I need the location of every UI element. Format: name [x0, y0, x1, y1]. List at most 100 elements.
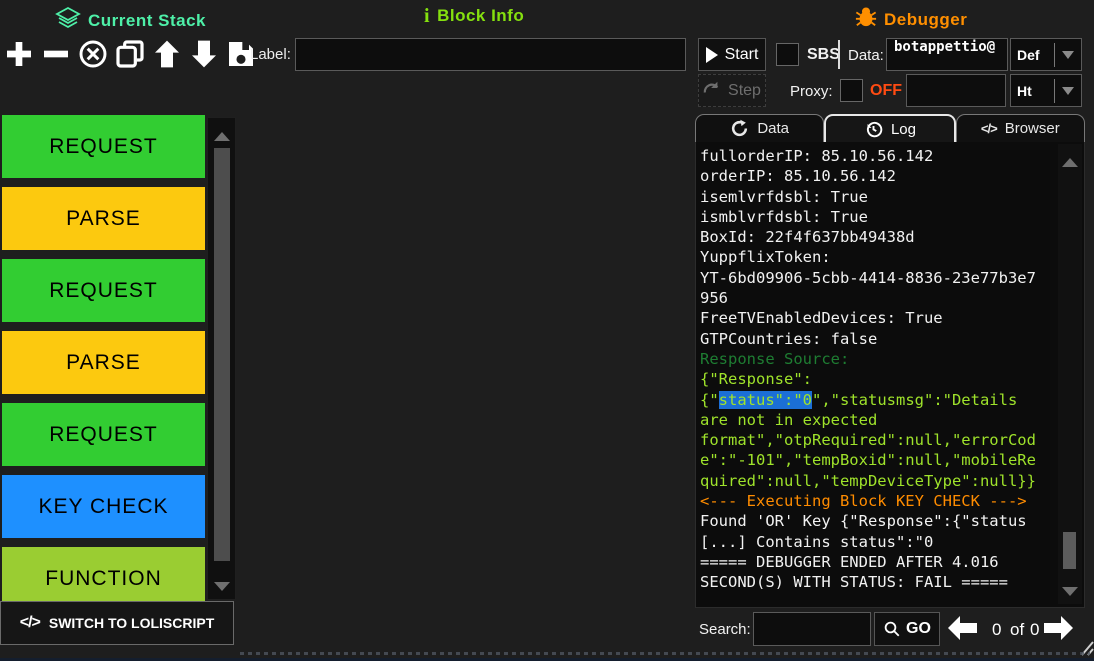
log-line: <--- Executing Block KEY CHECK --->: [700, 491, 1058, 511]
step-button[interactable]: Step: [698, 74, 766, 107]
log-line: {"Response":: [700, 369, 1058, 389]
tab-data-label: Data: [757, 120, 789, 137]
move-down-icon[interactable]: [187, 36, 220, 72]
tab-log[interactable]: Log: [824, 114, 955, 142]
divider: [838, 40, 840, 69]
proxy-checkbox[interactable]: [840, 79, 863, 102]
log-line: format","otpRequired":null,"errorCod: [700, 430, 1058, 450]
search-go-button[interactable]: GO: [874, 612, 940, 646]
log-line: quired":null,"tempDeviceType":null}}: [700, 471, 1058, 491]
log-output: fullorderIP: 85.10.56.142orderIP: 85.10.…: [700, 146, 1058, 602]
scroll-up-icon[interactable]: [1062, 158, 1078, 167]
data-input[interactable]: botappettio@: [886, 38, 1008, 71]
log-line: FreeTVEnabledDevices: True: [700, 308, 1058, 328]
debugger-label: Debugger: [884, 10, 967, 30]
proxy-status: OFF: [870, 82, 902, 100]
log-line: SECOND(S) WITH STATUS: FAIL =====: [700, 572, 1058, 592]
log-line: fullorderIP: 85.10.56.142: [700, 146, 1058, 166]
next-match-button[interactable]: [1043, 615, 1074, 646]
play-icon: [706, 47, 718, 63]
code-icon: </>: [20, 614, 40, 632]
scroll-down-icon[interactable]: [214, 582, 230, 591]
debugger-tabbar: Data Log </> Browser: [695, 114, 1085, 142]
step-icon: [703, 81, 721, 100]
debugger-title: Debugger: [855, 6, 967, 33]
move-up-icon[interactable]: [150, 36, 183, 72]
tab-browser-label: Browser: [1005, 120, 1060, 137]
tab-log-label: Log: [891, 121, 916, 138]
prev-match-button[interactable]: [947, 615, 978, 646]
log-line: ismblvrfdsbl: True: [700, 207, 1058, 227]
log-line: orderIP: 85.10.56.142: [700, 166, 1058, 186]
log-line: isemlvrfdsbl: True: [700, 187, 1058, 207]
log-scrollbar[interactable]: [1058, 144, 1082, 604]
highlighted-match: status":"0: [719, 391, 812, 409]
divider: [240, 652, 1090, 655]
block-label-input[interactable]: [295, 38, 686, 71]
stack-icon: [55, 6, 81, 35]
log-line: [...] Contains status":"0: [700, 532, 1058, 552]
log-panel: fullorderIP: 85.10.56.142orderIP: 85.10.…: [695, 142, 1085, 608]
sbs-checkbox[interactable]: [776, 43, 799, 66]
label-caption: Label:: [250, 46, 291, 63]
stack-block-function[interactable]: FUNCTION: [2, 547, 205, 602]
current-stack-label: Current Stack: [88, 11, 206, 31]
log-line: are not in expected: [700, 410, 1058, 430]
current-stack-title: Current Stack: [55, 6, 206, 35]
stack-block-request[interactable]: REQUEST: [2, 403, 205, 466]
stack-block-key-check[interactable]: KEY CHECK: [2, 475, 205, 538]
wordlist-type-dropdown[interactable]: Def: [1010, 38, 1082, 71]
log-line: {"status":"0","statusmsg":"Details: [700, 390, 1058, 410]
scrollbar-thumb[interactable]: [1063, 532, 1076, 569]
stack-scrollbar[interactable]: [207, 117, 236, 600]
match-total: 0: [1030, 620, 1039, 640]
switch-to-loliscript-button[interactable]: </> SWITCH TO LOLISCRIPT: [0, 601, 234, 645]
stack-block-parse[interactable]: PARSE: [2, 331, 205, 394]
stack-block-request[interactable]: REQUEST: [2, 259, 205, 322]
block-info-label: Block Info: [437, 6, 524, 26]
proxy-type-value: Ht: [1011, 83, 1054, 99]
wordlist-type-value: Def: [1011, 47, 1054, 63]
chevron-down-icon[interactable]: [1055, 87, 1081, 95]
block-info-title: i Block Info: [424, 6, 524, 26]
history-icon: [864, 120, 883, 139]
block-stack: REQUEST PARSE REQUEST PARSE REQUEST KEY CHECK…: [2, 115, 205, 602]
log-line: Found 'OR' Key {"Response":{"status: [700, 511, 1058, 531]
step-label: Step: [728, 82, 761, 100]
tab-browser[interactable]: </> Browser: [956, 114, 1085, 142]
log-line: YT-6bd09906-5cbb-4414-8836-23e77b3e7: [700, 268, 1058, 288]
scroll-down-icon[interactable]: [1062, 587, 1078, 596]
match-of-label: of: [1010, 620, 1024, 640]
match-position: 0: [992, 620, 1001, 640]
remove-block-icon[interactable]: [39, 36, 72, 72]
stack-block-request[interactable]: REQUEST: [2, 115, 205, 178]
switch-label: SWITCH TO LOLISCRIPT: [49, 615, 214, 631]
data-label: Data:: [848, 47, 884, 64]
code-icon: </>: [981, 121, 997, 136]
log-line: YuppflixToken:: [700, 247, 1058, 267]
proxy-input[interactable]: [906, 74, 1006, 107]
go-label: GO: [906, 620, 931, 638]
clone-block-icon[interactable]: [113, 36, 146, 72]
stack-toolbar: [2, 36, 257, 72]
log-line: Response Source:: [700, 349, 1058, 369]
log-line: BoxId: 22f4f637bb49438d: [700, 227, 1058, 247]
start-label: Start: [725, 46, 759, 64]
scroll-up-icon[interactable]: [214, 132, 230, 141]
proxy-label: Proxy:: [790, 83, 833, 100]
remove-all-icon[interactable]: [76, 36, 109, 72]
add-block-icon[interactable]: [2, 36, 35, 72]
scrollbar-thumb[interactable]: [214, 148, 230, 561]
log-line: ===== DEBUGGER ENDED AFTER 4.016: [700, 552, 1058, 572]
chevron-down-icon[interactable]: [1055, 51, 1081, 59]
bug-icon: [855, 6, 877, 33]
start-button[interactable]: Start: [698, 38, 766, 71]
search-icon: [883, 620, 901, 638]
sbs-label: SBS: [807, 46, 840, 64]
tab-data[interactable]: Data: [695, 114, 824, 142]
search-input[interactable]: [753, 612, 871, 646]
search-label: Search:: [699, 621, 751, 638]
proxy-type-dropdown[interactable]: Ht: [1010, 74, 1082, 107]
stack-block-parse[interactable]: PARSE: [2, 187, 205, 250]
log-line: 956: [700, 288, 1058, 308]
